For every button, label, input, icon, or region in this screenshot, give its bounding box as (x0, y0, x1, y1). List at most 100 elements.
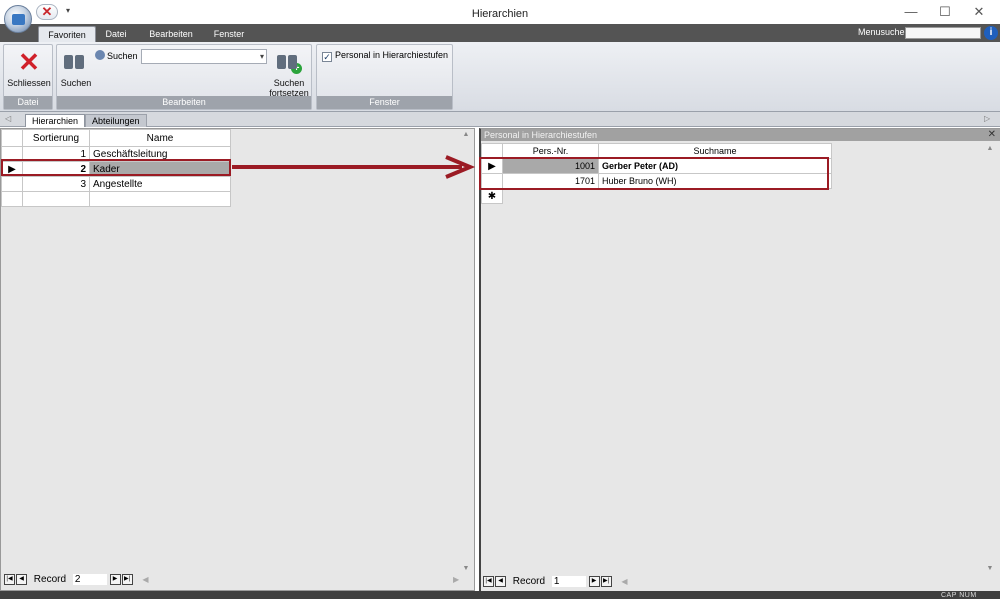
left-scroll-down-icon[interactable]: ▼ (461, 565, 471, 572)
suchen-fortsetzen-label-1: Suchen (273, 78, 305, 88)
suchen-small-button[interactable]: Suchen (95, 50, 138, 61)
prev-record-icon[interactable]: ◀ (16, 574, 27, 585)
hscroll-left-icon[interactable]: ◀ (621, 577, 627, 586)
suchen-button[interactable]: Suchen (59, 49, 93, 88)
doc-tab-hierarchien[interactable]: Hierarchien (25, 114, 86, 127)
right-record-navigator: |◀ ◀ Record 1 ▶ ▶| ◀ (483, 576, 628, 590)
cell-pers-nr[interactable]: 1001 (502, 158, 599, 174)
cell-pers-nr[interactable]: 1701 (502, 173, 599, 189)
next-record-icon[interactable]: ▶ (109, 574, 121, 585)
table-row[interactable]: 3 Angestellte (1, 176, 231, 192)
schliessen-label: Schliessen (7, 78, 51, 88)
table-row-selected[interactable]: ▶ 2 Kader (1, 161, 231, 177)
hscroll-right-icon[interactable]: ▶ (453, 575, 459, 584)
last-record-icon[interactable]: ▶| (121, 574, 133, 585)
suchen-label: Suchen (60, 78, 92, 88)
column-header-sortierung[interactable]: Sortierung (22, 129, 90, 147)
cell-sortierung[interactable]: 1 (22, 146, 90, 162)
checkbox-label: Personal in Hierarchiestufen (335, 50, 449, 60)
menusuche-input[interactable] (905, 27, 981, 39)
cell-name[interactable]: Geschäftsleitung (89, 146, 231, 162)
table-row-selected[interactable]: ▶ 1001 Gerber Peter (AD) (481, 158, 832, 174)
num-lock-indicator: NUM (959, 592, 977, 599)
new-row[interactable]: ✱ (481, 188, 832, 204)
hscroll-left-icon[interactable]: ◀ (142, 575, 148, 584)
new-record-icon[interactable]: ✱ (481, 188, 503, 204)
first-record-icon[interactable]: |◀ (483, 576, 494, 587)
menusuche-label: Menusuche (858, 27, 905, 37)
group-datei: ✕ Schliessen Datei (3, 44, 53, 110)
tab-fenster[interactable]: Fenster (204, 26, 254, 42)
group-fenster: ✓ Personal in Hierarchiestufen Fenster (316, 44, 453, 110)
row-selector[interactable] (1, 146, 23, 162)
help-icon[interactable]: i (984, 26, 998, 40)
row-selector[interactable] (1, 191, 23, 207)
cell-sortierung-empty[interactable] (22, 191, 90, 207)
grid-corner[interactable] (1, 129, 23, 147)
prev-record-icon[interactable]: ◀ (495, 576, 506, 587)
column-header-pers-nr[interactable]: Pers.-Nr. (502, 143, 599, 159)
table-row[interactable]: 1 Geschäftsleitung (1, 146, 231, 162)
cell-name[interactable]: Kader (89, 161, 231, 177)
record-number-input[interactable]: 2 (72, 574, 107, 585)
cell-sortierung[interactable]: 3 (22, 176, 90, 192)
row-selector-current-icon[interactable]: ▶ (1, 161, 23, 177)
personal-hierarchiestufen-toggle[interactable]: ✓ Personal in Hierarchiestufen (322, 50, 448, 62)
new-row[interactable] (1, 191, 231, 207)
tab-favoriten[interactable]: Favoriten (38, 26, 96, 42)
tabs-scroll-right-icon[interactable]: ▷ (984, 114, 990, 123)
tabs-scroll-left-icon[interactable]: ◁ (5, 114, 11, 123)
next-record-icon[interactable]: ▶ (588, 576, 600, 587)
window-title: Hierarchien (471, 8, 529, 20)
right-scroll-up-icon[interactable]: ▲ (985, 145, 995, 152)
schliessen-button[interactable]: ✕ Schliessen (6, 49, 52, 88)
left-record-navigator: |◀ ◀ Record 2 ▶ ▶| ◀ (4, 574, 149, 588)
right-scroll-down-icon[interactable]: ▼ (985, 565, 995, 572)
record-number-input[interactable]: 1 (551, 576, 586, 587)
cell-sortierung[interactable]: 2 (22, 161, 90, 177)
last-record-icon[interactable]: ▶| (600, 576, 612, 587)
status-indicators: CAP NUM (941, 592, 977, 599)
empty-cell (598, 188, 832, 204)
record-label: Record (33, 574, 67, 585)
app-menu-button[interactable] (4, 5, 32, 33)
hierarchien-grid: Sortierung Name 1 Geschäftsleitung ▶ 2 K… (1, 129, 231, 207)
cell-suchname[interactable]: Huber Bruno (WH) (598, 173, 832, 189)
first-record-icon[interactable]: |◀ (4, 574, 15, 585)
record-label: Record (512, 576, 546, 587)
suchen-fortsetzen-button[interactable]: + Suchen fortsetzen (267, 49, 311, 98)
caps-lock-indicator: CAP (941, 592, 957, 599)
app-icon (12, 14, 25, 25)
group-label-fenster: Fenster (317, 96, 452, 109)
cell-name-empty[interactable] (89, 191, 231, 207)
person-search-icon (95, 50, 105, 60)
minimize-button[interactable]: — (896, 3, 926, 21)
maximize-button[interactable]: ☐ (930, 3, 960, 21)
title-bar: ✕ ▾ Hierarchien — ☐ ✕ (0, 0, 1000, 33)
row-selector[interactable] (481, 173, 503, 189)
empty-cell (502, 188, 599, 204)
table-row[interactable]: 1701 Huber Bruno (WH) (481, 173, 832, 189)
chevron-down-icon[interactable]: ▾ (260, 50, 264, 64)
search-combo-box[interactable]: ▾ (141, 49, 267, 64)
grid-corner[interactable] (481, 143, 503, 159)
subform-close-icon[interactable]: ✕ (988, 129, 996, 141)
column-header-suchname[interactable]: Suchname (598, 143, 832, 159)
doc-tab-abteilungen[interactable]: Abteilungen (85, 114, 147, 127)
group-label-datei: Datei (4, 96, 52, 109)
row-selector[interactable] (1, 176, 23, 192)
group-label-bearbeiten: Bearbeiten (57, 96, 311, 109)
personal-grid: Pers.-Nr. Suchname ▶ 1001 Gerber Peter (… (481, 143, 832, 204)
row-selector-current-icon[interactable]: ▶ (481, 158, 503, 174)
left-scroll-up-icon[interactable]: ▲ (461, 131, 471, 138)
close-window-button[interactable]: ✕ (964, 3, 994, 21)
plus-icon: + (291, 63, 302, 74)
tab-bearbeiten[interactable]: Bearbeiten (140, 26, 202, 42)
cell-name[interactable]: Angestellte (89, 176, 231, 192)
annotation-arrow-icon (232, 155, 476, 179)
document-tabs: ◁ Hierarchien Abteilungen ▷ (0, 112, 1000, 127)
tab-datei[interactable]: Datei (98, 26, 134, 42)
column-header-name[interactable]: Name (89, 129, 231, 147)
checkbox-checked-icon[interactable]: ✓ (322, 52, 332, 62)
cell-suchname[interactable]: Gerber Peter (AD) (598, 158, 832, 174)
